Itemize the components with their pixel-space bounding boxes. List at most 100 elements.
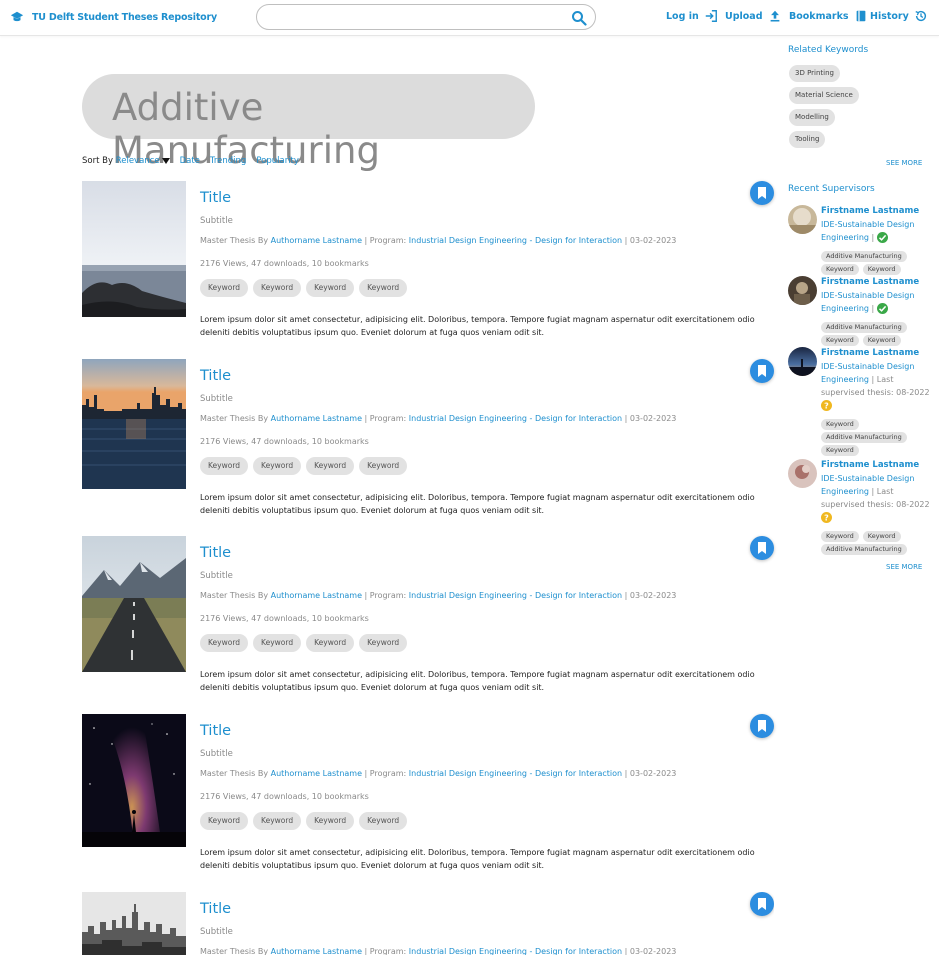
bookmark-button[interactable] <box>750 359 774 383</box>
login-link[interactable]: Log in <box>666 9 718 23</box>
keyword-chip[interactable]: Keyword <box>821 531 859 542</box>
program-link[interactable]: Industrial Design Engineering - Design f… <box>409 236 622 245</box>
thumbnail-image[interactable] <box>82 536 186 672</box>
bookmark-button[interactable] <box>750 714 774 738</box>
brand-link[interactable]: TU Delft Student Theses Repository <box>10 10 217 24</box>
see-more-supervisors-link[interactable]: SEE MORE <box>886 563 922 571</box>
author-link[interactable]: Authorname Lastname <box>271 769 362 778</box>
result-title[interactable]: Title <box>200 368 231 384</box>
search-input[interactable] <box>269 10 569 26</box>
result-stats: 2176 Views, 47 downloads, 10 bookmarks <box>200 259 369 268</box>
result-title[interactable]: Title <box>200 723 231 739</box>
related-keyword-chip[interactable]: Modelling <box>789 109 835 126</box>
result-title[interactable]: Title <box>200 190 231 206</box>
keyword-chip[interactable]: Keyword <box>821 445 859 456</box>
related-keyword-chip[interactable]: Material Science <box>789 87 859 104</box>
author-link[interactable]: Authorname Lastname <box>271 947 362 955</box>
supervisor-name[interactable]: Firstname Lastname <box>821 347 933 360</box>
bookmarks-label: Bookmarks <box>789 10 849 22</box>
milky-way-image <box>82 714 186 847</box>
avatar[interactable] <box>788 347 817 376</box>
keyword-chip[interactable]: Keyword <box>359 457 408 475</box>
related-keyword-chip[interactable]: Tooling <box>789 131 826 148</box>
sort-trending[interactable]: Trending <box>210 156 246 166</box>
result-title[interactable]: Title <box>200 901 231 917</box>
result-description: Lorem ipsum dolor sit amet consectetur, … <box>200 670 755 692</box>
program-link[interactable]: Industrial Design Engineering - Design f… <box>409 591 622 600</box>
keyword-chip[interactable]: Keyword <box>253 457 302 475</box>
author-link[interactable]: Authorname Lastname <box>271 236 362 245</box>
author-link[interactable]: Authorname Lastname <box>271 591 362 600</box>
supervisor-dept[interactable]: IDE-Sustainable Design Engineering <box>821 362 914 384</box>
keyword-chip[interactable]: Additive Manufacturing <box>821 544 907 555</box>
related-keyword-chip[interactable]: 3D Printing <box>789 65 840 82</box>
bookmark-button[interactable] <box>750 536 774 560</box>
supervisor-name[interactable]: Firstname Lastname <box>821 459 933 472</box>
keyword-chip[interactable]: Keyword <box>359 634 408 652</box>
program-link[interactable]: Industrial Design Engineering - Design f… <box>409 947 622 955</box>
brand-title: TU Delft Student Theses Repository <box>32 11 217 23</box>
dropdown-arrow-icon[interactable] <box>161 157 170 164</box>
bookmark-button[interactable] <box>750 181 774 205</box>
result-subtitle: Subtitle <box>200 571 233 581</box>
supervisor-dept[interactable]: IDE-Sustainable Design Engineering <box>821 474 914 496</box>
program-link[interactable]: Industrial Design Engineering - Design f… <box>409 414 622 423</box>
search-bar[interactable] <box>256 4 596 30</box>
keyword-list: Keyword Keyword Keyword Keyword <box>200 812 408 830</box>
avatar[interactable] <box>788 459 817 488</box>
keyword-chip[interactable]: Keyword <box>862 335 901 346</box>
keyword-chip[interactable]: Keyword <box>862 531 901 542</box>
see-more-keywords-link[interactable]: SEE MORE <box>886 159 922 167</box>
supervisor-name[interactable]: Firstname Lastname <box>821 205 933 218</box>
question-icon: ? <box>821 400 832 411</box>
sort-date[interactable]: Date <box>180 156 200 166</box>
keyword-chip[interactable]: Keyword <box>821 264 859 275</box>
keyword-chip[interactable]: Keyword <box>862 264 901 275</box>
result-title[interactable]: Title <box>200 545 231 561</box>
sort-popularity[interactable]: Popularity <box>256 156 299 166</box>
thumbnail-image[interactable] <box>82 892 186 955</box>
graduation-cap-icon <box>10 11 24 22</box>
search-icon[interactable] <box>571 10 587 26</box>
thumbnail-image[interactable] <box>82 181 186 317</box>
keyword-chip[interactable]: Keyword <box>200 457 249 475</box>
keyword-list: Keyword Keyword Keyword Keyword <box>200 634 408 652</box>
keyword-chip[interactable]: Keyword <box>821 335 859 346</box>
supervisor-name[interactable]: Firstname Lastname <box>821 276 933 289</box>
keyword-chip[interactable]: Additive Manufacturing <box>821 251 907 262</box>
history-link[interactable]: History <box>870 9 928 23</box>
keyword-chip[interactable]: Keyword <box>359 279 408 297</box>
svg-text:?: ? <box>824 514 829 523</box>
login-label: Log in <box>666 10 699 22</box>
supervisor-item: Firstname Lastname IDE-Sustainable Desig… <box>788 459 933 559</box>
supervisor-dept[interactable]: IDE-Sustainable Design Engineering <box>821 291 914 313</box>
bookmarks-link[interactable]: Bookmarks <box>789 9 868 23</box>
avatar[interactable] <box>788 205 817 234</box>
supervisor-dept[interactable]: IDE-Sustainable Design Engineering <box>821 220 914 242</box>
avatar[interactable] <box>788 276 817 305</box>
program-link[interactable]: Industrial Design Engineering - Design f… <box>409 769 622 778</box>
keyword-chip[interactable]: Keyword <box>306 279 355 297</box>
keyword-chip[interactable]: Keyword <box>306 812 355 830</box>
keyword-chip[interactable]: Additive Manufacturing <box>821 432 907 443</box>
keyword-chip[interactable]: Keyword <box>359 812 408 830</box>
keyword-chip[interactable]: Keyword <box>306 634 355 652</box>
keyword-chip[interactable]: Keyword <box>306 457 355 475</box>
thumbnail-image[interactable] <box>82 359 186 489</box>
bookmark-icon <box>758 720 766 732</box>
keyword-chip[interactable]: Additive Manufacturing <box>821 322 907 333</box>
supervisor-info: Firstname Lastname IDE-Sustainable Desig… <box>821 276 933 315</box>
upload-link[interactable]: Upload <box>725 9 782 23</box>
keyword-chip[interactable]: Keyword <box>200 634 249 652</box>
thumbnail-image[interactable] <box>82 714 186 847</box>
keyword-chip[interactable]: Keyword <box>253 812 302 830</box>
bookmark-button[interactable] <box>750 892 774 916</box>
sort-relevance[interactable]: Relevance <box>116 156 160 166</box>
keyword-chip[interactable]: Keyword <box>253 279 302 297</box>
author-link[interactable]: Authorname Lastname <box>271 414 362 423</box>
result-stats: 2176 Views, 47 downloads, 10 bookmarks <box>200 792 369 801</box>
keyword-chip[interactable]: Keyword <box>821 419 859 430</box>
keyword-chip[interactable]: Keyword <box>200 812 249 830</box>
keyword-chip[interactable]: Keyword <box>253 634 302 652</box>
keyword-chip[interactable]: Keyword <box>200 279 249 297</box>
